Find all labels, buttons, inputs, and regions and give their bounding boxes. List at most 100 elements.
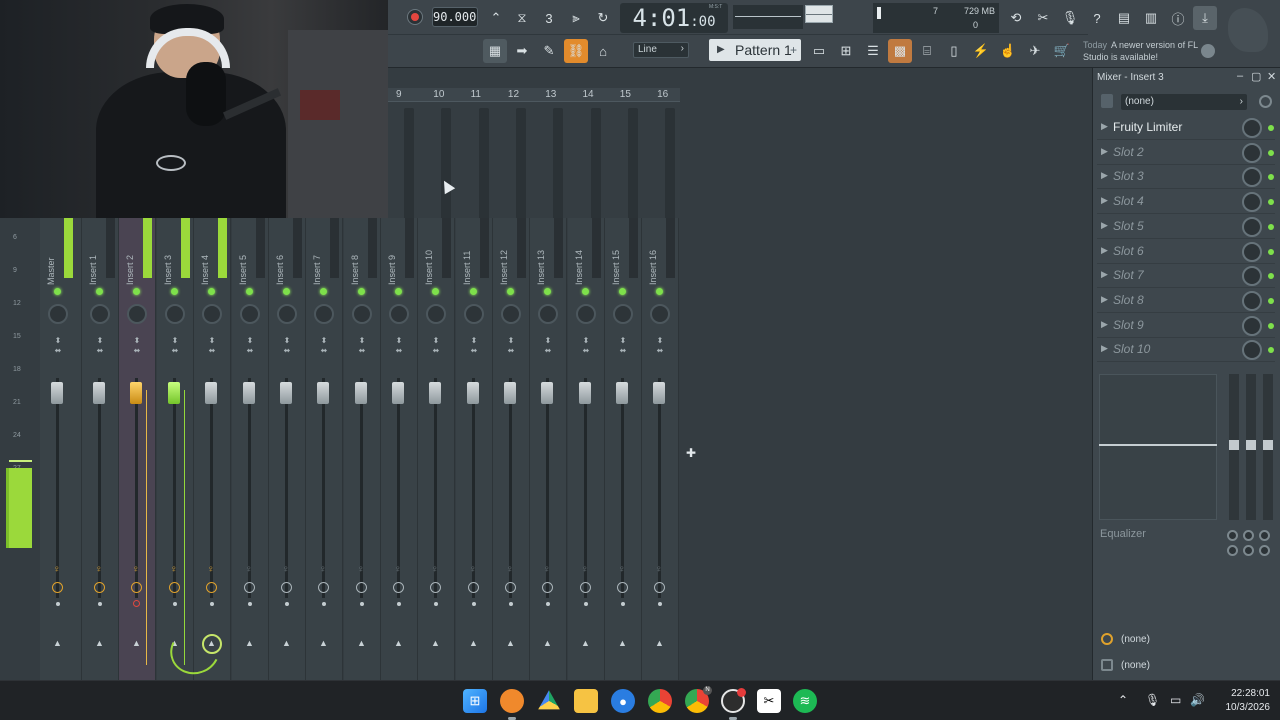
pan-knob[interactable] xyxy=(240,304,260,324)
obs-icon[interactable] xyxy=(721,688,746,713)
slot-enable-led[interactable] xyxy=(1268,273,1274,280)
playlist-icon[interactable]: ▭ xyxy=(807,39,831,63)
mixer-icon[interactable]: ☰ xyxy=(861,39,885,63)
effect-slot-10[interactable]: ▶ Slot 10 xyxy=(1097,338,1275,363)
solo-dot[interactable] xyxy=(658,602,662,606)
slot-mix-knob[interactable] xyxy=(1242,142,1262,163)
send-arrow-icon[interactable]: ▲ xyxy=(469,638,479,648)
track-enable-led[interactable] xyxy=(54,288,61,295)
pan-knob[interactable] xyxy=(650,304,670,324)
slot-mix-knob[interactable] xyxy=(1242,241,1262,262)
record-button[interactable] xyxy=(407,9,423,25)
solo-dot[interactable] xyxy=(509,602,513,606)
volume-fader[interactable] xyxy=(130,382,142,404)
start-icon[interactable]: ⊞ xyxy=(463,689,487,713)
track-enable-led[interactable] xyxy=(208,288,215,295)
slot-enable-led[interactable] xyxy=(1268,248,1274,255)
track-enable-led[interactable] xyxy=(358,288,365,295)
volume-fader[interactable] xyxy=(541,382,553,404)
send-arrow-icon[interactable]: ▲ xyxy=(95,638,105,648)
slot-expand-icon[interactable]: ▶ xyxy=(1101,269,1108,280)
record-arm-icon[interactable]: ♀ xyxy=(95,564,105,576)
tempo-display[interactable]: 90.000 xyxy=(432,7,478,27)
output-route-1[interactable]: (none) xyxy=(1097,630,1277,650)
track-enable-led[interactable] xyxy=(507,288,514,295)
mixer-track-insert-9[interactable]: Insert 9 ⬍ ⬌ ♀ ▲ xyxy=(381,218,418,680)
piano-roll-icon[interactable]: ▦ xyxy=(483,39,507,63)
eq-mid-freq-knob[interactable] xyxy=(1243,545,1254,556)
system-clock[interactable]: 22:28:01 10/3/2026 xyxy=(1214,687,1271,715)
countdown-icon[interactable]: 3 xyxy=(537,6,561,30)
google-drive-icon[interactable] xyxy=(538,690,560,710)
solo-dot[interactable] xyxy=(397,602,401,606)
send-arrow-icon[interactable]: ▲ xyxy=(394,638,404,648)
solo-dot[interactable] xyxy=(98,602,102,606)
record-arm-icon[interactable]: ♀ xyxy=(132,564,142,576)
record-arm-icon[interactable]: ♀ xyxy=(655,564,665,576)
track-enable-led[interactable] xyxy=(432,288,439,295)
send-arrow-icon[interactable]: ▲ xyxy=(506,638,516,648)
render-icon[interactable]: ▥ xyxy=(1139,6,1163,30)
volume-fader[interactable] xyxy=(467,382,479,404)
track-enable-led[interactable] xyxy=(96,288,103,295)
effect-slot-5[interactable]: ▶ Slot 5 xyxy=(1097,215,1275,239)
add-track-icon[interactable]: ✚ xyxy=(686,446,696,460)
eq-mid-knob[interactable] xyxy=(1243,530,1254,541)
record-arm-icon[interactable]: ♀ xyxy=(431,564,441,576)
slot-mix-knob[interactable] xyxy=(1242,315,1262,336)
stereo-separation-icon[interactable]: ⬍ ⬌ xyxy=(393,336,405,366)
track-enable-led[interactable] xyxy=(470,288,477,295)
latency-clock-icon[interactable] xyxy=(94,582,105,593)
stereo-separation-icon[interactable]: ⬍ ⬌ xyxy=(94,336,106,366)
record-arm-icon[interactable]: ♀ xyxy=(543,564,553,576)
send-arrow-icon[interactable]: ▲ xyxy=(543,638,553,648)
send-arrow-icon[interactable]: ▲ xyxy=(319,638,329,648)
send-arrow-icon[interactable]: ▲ xyxy=(245,638,255,648)
volume-fader[interactable] xyxy=(280,382,292,404)
fl-studio-taskbar-icon[interactable] xyxy=(500,689,524,713)
latency-clock-icon[interactable] xyxy=(206,582,217,593)
volume-fader[interactable] xyxy=(653,382,665,404)
solo-dot[interactable] xyxy=(322,602,326,606)
volume-fader[interactable] xyxy=(579,382,591,404)
mixer-track-insert-6[interactable]: Insert 6 ⬍ ⬌ ♀ ▲ xyxy=(269,218,306,680)
arrow-right-icon[interactable]: ➡ xyxy=(510,39,534,63)
mixer-track-insert-2[interactable]: Insert 2 ⬍ ⬌ ♀ ▲ xyxy=(119,218,156,680)
latency-clock-icon[interactable] xyxy=(318,582,329,593)
latency-clock-icon[interactable] xyxy=(654,582,665,593)
record-arm-icon[interactable]: ♀ xyxy=(53,564,63,576)
record-arm-icon[interactable]: ♀ xyxy=(170,564,180,576)
mixer-track-insert-1[interactable]: Insert 1 ⬍ ⬌ ♀ ▲ xyxy=(82,218,119,680)
pan-knob[interactable] xyxy=(127,304,147,324)
stereo-separation-icon[interactable]: ⬍ ⬌ xyxy=(654,336,666,366)
track-enable-led[interactable] xyxy=(619,288,626,295)
solo-dot[interactable] xyxy=(621,602,625,606)
stereo-separation-icon[interactable]: ⬍ ⬌ xyxy=(468,336,480,366)
latency-clock-icon[interactable] xyxy=(244,582,255,593)
record-arm-icon[interactable]: ♀ xyxy=(282,564,292,576)
globe-icon[interactable] xyxy=(1201,44,1215,58)
touch-icon[interactable]: ☝ xyxy=(996,39,1020,63)
effect-slot-2[interactable]: ▶ Slot 2 xyxy=(1097,141,1275,165)
latency-clock-icon[interactable] xyxy=(542,582,553,593)
record-arm-icon[interactable]: ♀ xyxy=(245,564,255,576)
solo-dot[interactable] xyxy=(56,602,60,606)
plugin-icon[interactable]: ⚡ xyxy=(969,39,993,63)
input-select[interactable]: (none) xyxy=(1121,94,1247,110)
send-arrow-icon[interactable]: ▲ xyxy=(357,638,367,648)
track-enable-led[interactable] xyxy=(320,288,327,295)
effect-slot-7[interactable]: ▶ Slot 7 xyxy=(1097,264,1275,289)
volume-fader[interactable] xyxy=(168,382,180,404)
latency-clock-icon[interactable] xyxy=(169,582,180,593)
input-settings-icon[interactable] xyxy=(1259,95,1272,108)
slot-enable-led[interactable] xyxy=(1268,125,1274,131)
volume-fader[interactable] xyxy=(616,382,628,404)
mixer-track-insert-11[interactable]: Insert 11 ⬍ ⬌ ♀ ▲ xyxy=(456,218,493,680)
track-enable-led[interactable] xyxy=(171,288,178,295)
loop-record-icon[interactable]: ↻ xyxy=(591,6,615,30)
latency-clock-icon[interactable] xyxy=(356,582,367,593)
slot-enable-led[interactable] xyxy=(1268,223,1274,230)
mixer-track-master[interactable]: Master ⬍ ⬌ ♀ ▲ xyxy=(40,218,82,680)
volume-fader[interactable] xyxy=(93,382,105,404)
file-explorer-icon[interactable] xyxy=(574,689,598,713)
